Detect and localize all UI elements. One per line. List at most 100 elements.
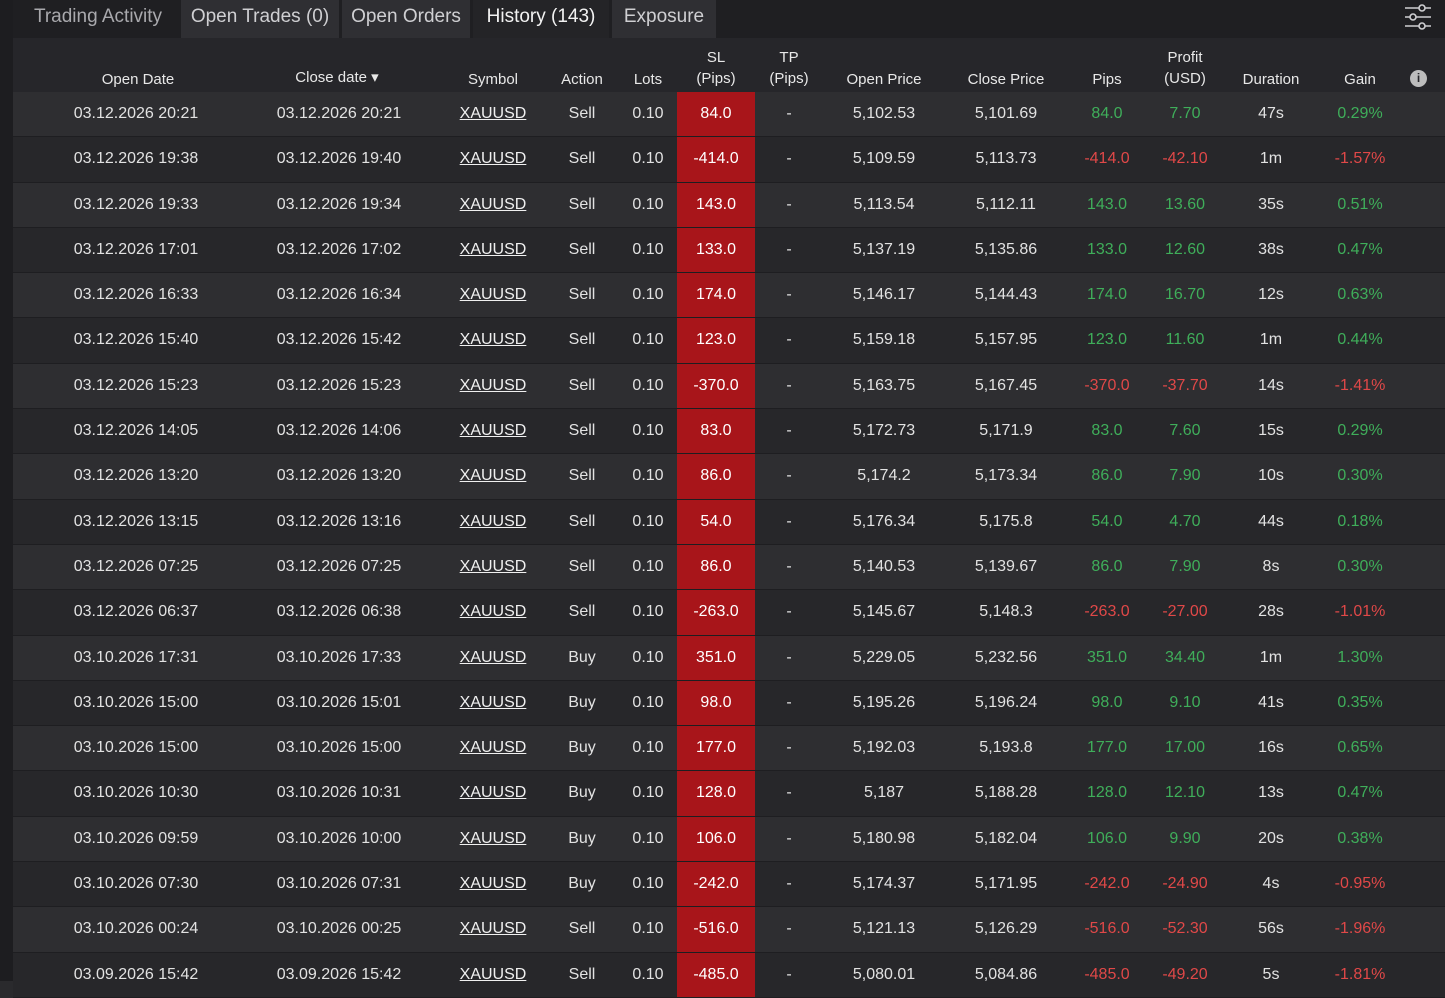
table-row[interactable]: 03.12.2026 20:21 03.12.2026 20:21 XAUUSD Se…	[13, 92, 1445, 138]
symbol-link[interactable]: XAUUSD	[453, 636, 533, 680]
open-price-cell: 5,102.53	[852, 105, 916, 122]
symbol-link[interactable]: XAUUSD	[453, 907, 533, 951]
action-cell: Sell	[568, 240, 596, 258]
profit-cell: 7.60	[1169, 422, 1201, 440]
duration-cell: 1m	[1259, 150, 1283, 168]
table-row[interactable]: 03.10.2026 09:59 03.10.2026 10:00 XAUUSD Bu…	[13, 816, 1445, 863]
table-row[interactable]: 03.12.2026 06:37 03.12.2026 06:38 XAUUSD Se…	[13, 590, 1445, 636]
col-symbol[interactable]: Symbol	[458, 69, 528, 90]
symbol-link[interactable]: XAUUSD	[453, 228, 533, 272]
symbol-link[interactable]: XAUUSD	[453, 953, 533, 997]
gain-cell: 0.47%	[1337, 240, 1383, 258]
open-date-cell: 03.12.2026 16:33	[73, 286, 199, 304]
gain-cell: 0.30%	[1337, 557, 1383, 575]
info-icon[interactable]: i	[1410, 70, 1427, 87]
table-row[interactable]: 03.12.2026 19:33 03.12.2026 19:34 XAUUSD Se…	[13, 182, 1445, 228]
table-row[interactable]: 03.12.2026 07:25 03.12.2026 07:25 XAUUSD Se…	[13, 544, 1445, 591]
symbol-link[interactable]: XAUUSD	[453, 500, 533, 544]
close-price-cell: 5,171.9	[979, 422, 1033, 440]
table-row[interactable]: 03.12.2026 17:01 03.12.2026 17:02 XAUUSD Se…	[13, 227, 1445, 274]
table-row[interactable]: 03.12.2026 13:15 03.12.2026 13:16 XAUUSD Se…	[13, 499, 1445, 545]
symbol-link[interactable]: XAUUSD	[453, 364, 533, 408]
col-pips[interactable]: Pips	[1077, 69, 1137, 90]
col-close-price[interactable]: Close Price	[955, 69, 1057, 90]
close-date-cell: 03.10.2026 15:01	[276, 693, 402, 711]
tab-open-trades[interactable]: Open Trades (0)	[181, 0, 339, 38]
profit-cell: 17.00	[1164, 739, 1206, 757]
tp-cell: -	[786, 557, 792, 575]
close-price-cell: 5,173.34	[974, 467, 1038, 485]
table-row[interactable]: 03.12.2026 13:20 03.12.2026 13:20 XAUUSD Se…	[13, 454, 1445, 500]
close-price-cell: 5,139.67	[974, 557, 1038, 575]
col-tp[interactable]: TP (Pips)	[758, 47, 820, 89]
table-row[interactable]: 03.10.2026 00:24 03.10.2026 00:25 XAUUSD Se…	[13, 907, 1445, 953]
table-row[interactable]: 03.12.2026 15:40 03.12.2026 15:42 XAUUSD Se…	[13, 318, 1445, 364]
col-duration[interactable]: Duration	[1233, 69, 1309, 90]
tab-history[interactable]: History (143)	[473, 0, 609, 38]
table-row[interactable]: 03.09.2026 15:42 03.09.2026 15:42 XAUUSD Se…	[13, 952, 1445, 998]
tp-cell: -	[786, 422, 792, 440]
table-row[interactable]: 03.12.2026 15:23 03.12.2026 15:23 XAUUSD Se…	[13, 363, 1445, 410]
col-lots[interactable]: Lots	[623, 69, 673, 90]
sl-cell: 133.0	[695, 240, 737, 258]
tp-cell: -	[786, 195, 792, 213]
lots-cell: 0.10	[632, 784, 664, 802]
pips-cell: 83.0	[1091, 422, 1123, 440]
close-price-cell: 5,126.29	[974, 920, 1038, 938]
close-price-cell: 5,157.95	[974, 331, 1038, 349]
symbol-link[interactable]: XAUUSD	[453, 183, 533, 227]
table-row[interactable]: 03.10.2026 10:30 03.10.2026 10:31 XAUUSD Bu…	[13, 771, 1445, 817]
table-row[interactable]: 03.10.2026 15:00 03.10.2026 15:00 XAUUSD Bu…	[13, 726, 1445, 772]
symbol-link[interactable]: XAUUSD	[453, 771, 533, 815]
col-open-date[interactable]: Open Date	[73, 69, 203, 90]
symbol-link[interactable]: XAUUSD	[453, 273, 533, 317]
action-cell: Sell	[568, 965, 596, 983]
col-profit[interactable]: Profit (USD)	[1149, 47, 1221, 89]
table-row[interactable]: 03.10.2026 17:31 03.10.2026 17:33 XAUUSD Bu…	[13, 635, 1445, 681]
duration-cell: 12s	[1258, 286, 1284, 304]
col-close-date[interactable]: Close date ▾	[277, 67, 397, 88]
col-tp-line1: TP	[779, 49, 799, 66]
symbol-link[interactable]: XAUUSD	[453, 726, 533, 770]
symbol-link[interactable]: XAUUSD	[453, 817, 533, 861]
symbol-link[interactable]: XAUUSD	[453, 137, 533, 181]
duration-cell: 14s	[1258, 376, 1284, 394]
symbol-link[interactable]: XAUUSD	[453, 92, 533, 136]
pips-cell: 174.0	[1086, 286, 1128, 304]
open-date-cell: 03.12.2026 07:25	[73, 557, 199, 575]
col-action[interactable]: Action	[552, 69, 612, 90]
open-price-cell: 5,159.18	[852, 331, 916, 349]
table-row[interactable]: 03.12.2026 19:38 03.12.2026 19:40 XAUUSD Se…	[13, 137, 1445, 183]
table-row[interactable]: 03.12.2026 14:05 03.12.2026 14:06 XAUUSD Se…	[13, 409, 1445, 455]
profit-cell: 12.60	[1164, 240, 1206, 258]
gain-cell: 0.38%	[1337, 829, 1383, 847]
table-row[interactable]: 03.10.2026 15:00 03.10.2026 15:01 XAUUSD Bu…	[13, 680, 1445, 727]
symbol-link[interactable]: XAUUSD	[453, 318, 533, 362]
table-row[interactable]: 03.12.2026 16:33 03.12.2026 16:34 XAUUSD Se…	[13, 273, 1445, 319]
tp-cell: -	[786, 105, 792, 122]
duration-cell: 20s	[1258, 829, 1284, 847]
symbol-link[interactable]: XAUUSD	[453, 545, 533, 589]
gain-cell: -1.81%	[1334, 965, 1386, 983]
profit-cell: 16.70	[1164, 286, 1206, 304]
pips-cell: 133.0	[1086, 240, 1128, 258]
tab-exposure[interactable]: Exposure	[612, 0, 716, 38]
tab-open-orders[interactable]: Open Orders	[342, 0, 470, 38]
symbol-link[interactable]: XAUUSD	[453, 590, 533, 634]
col-open-price[interactable]: Open Price	[833, 69, 935, 90]
symbol-link[interactable]: XAUUSD	[453, 409, 533, 453]
symbol-link[interactable]: XAUUSD	[453, 862, 533, 906]
settings-sliders-icon[interactable]	[1403, 3, 1433, 31]
col-gain[interactable]: Gain	[1327, 69, 1393, 90]
close-date-cell: 03.12.2026 19:34	[276, 195, 402, 213]
tab-trading-activity[interactable]: Trading Activity	[13, 0, 183, 38]
table-row[interactable]: 03.10.2026 07:30 03.10.2026 07:31 XAUUSD Bu…	[13, 862, 1445, 908]
symbol-link[interactable]: XAUUSD	[453, 681, 533, 725]
tp-cell: -	[786, 603, 792, 621]
col-sl[interactable]: SL (Pips)	[677, 47, 755, 89]
sl-cell: -242.0	[693, 875, 739, 893]
symbol-link[interactable]: XAUUSD	[453, 454, 533, 498]
open-date-cell: 03.10.2026 10:30	[73, 784, 199, 802]
close-price-cell: 5,148.3	[979, 603, 1033, 621]
action-cell: Sell	[568, 286, 596, 304]
